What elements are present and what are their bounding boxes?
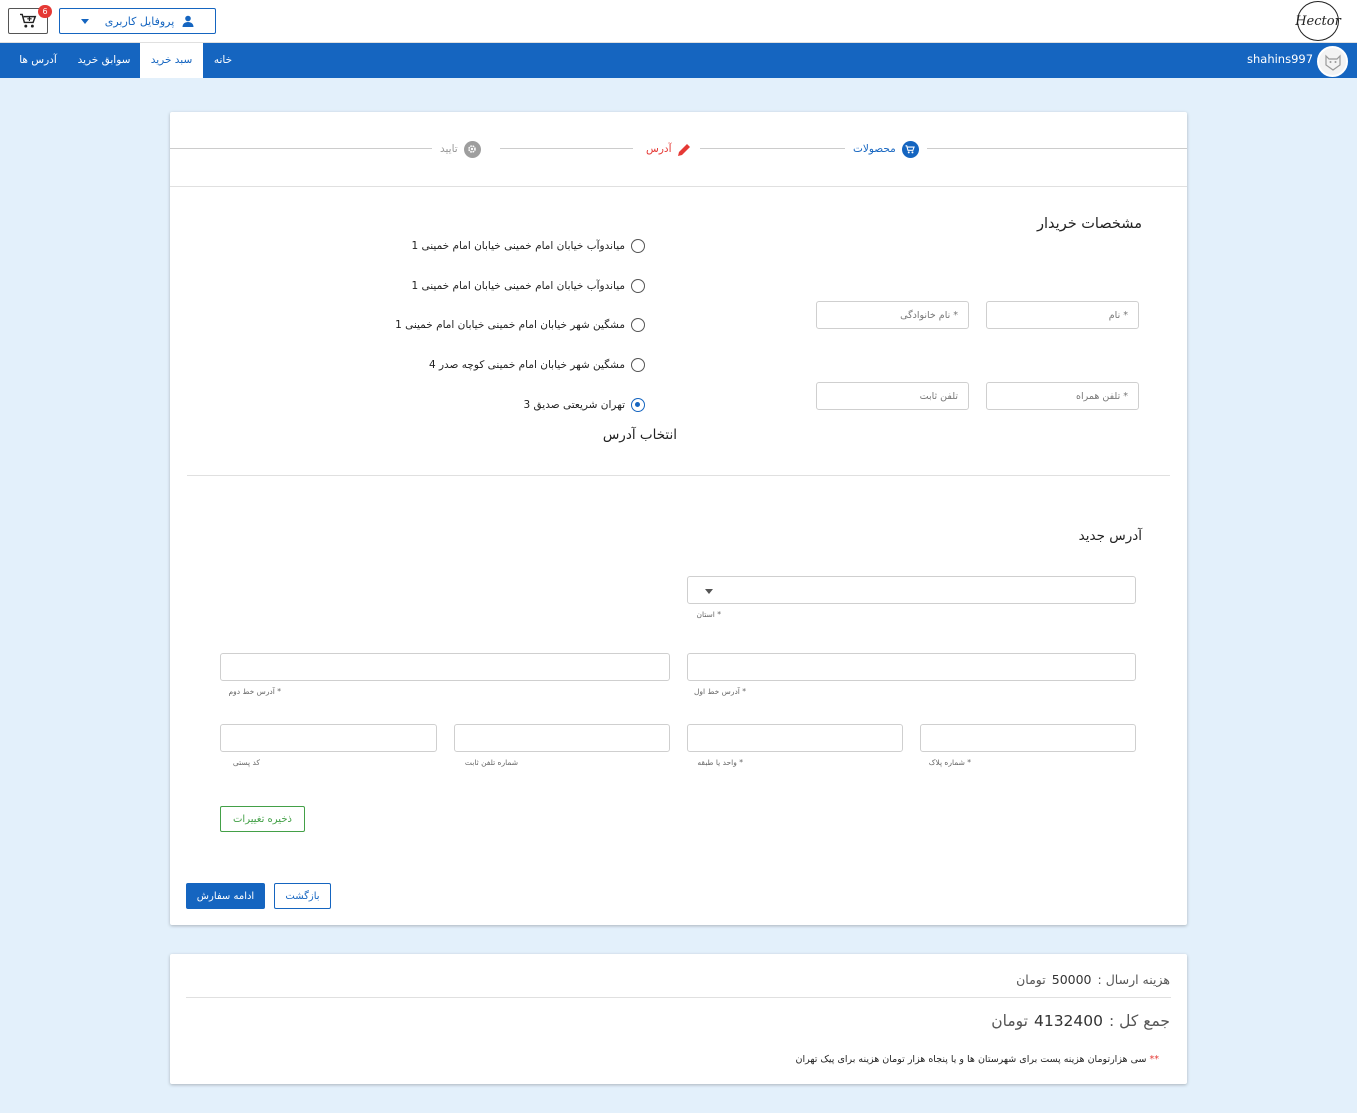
stepper-line bbox=[170, 148, 432, 149]
cart-count-badge: 6 bbox=[38, 5, 52, 18]
total-label: جمع کل : bbox=[1109, 1012, 1170, 1030]
phone-placeholder: تلفن ثابت bbox=[919, 391, 958, 402]
stepper-line bbox=[927, 148, 1187, 149]
note-text: سی هزارتومان هزینه پست برای شهرستان ها و… bbox=[795, 1054, 1147, 1065]
mobile-placeholder: * تلفن همراه bbox=[1076, 391, 1128, 402]
caret-down-icon bbox=[80, 18, 89, 24]
stepper-line bbox=[700, 148, 845, 149]
buyer-section-title: مشخصات خریدار bbox=[1037, 216, 1142, 232]
summary-divider bbox=[186, 997, 1171, 998]
radio-button-checked[interactable] bbox=[631, 398, 645, 412]
plate-number-field[interactable] bbox=[920, 724, 1136, 752]
caret-down-icon bbox=[705, 589, 713, 594]
last-name-field[interactable]: * نام خانوادگی bbox=[816, 301, 969, 329]
first-name-placeholder: * نام bbox=[1108, 310, 1128, 321]
first-name-field[interactable]: * نام bbox=[986, 301, 1139, 329]
step-address[interactable]: آدرس bbox=[646, 140, 692, 158]
address-option-selected[interactable]: تهران شریعتی صدیق 3 bbox=[523, 398, 645, 412]
unit-floor-label: * واحد یا طبقه bbox=[697, 758, 743, 767]
address-option[interactable]: مشگین شهر خیابان امام خمینی کوچه صدر 4 bbox=[429, 358, 645, 372]
postal-code-field[interactable] bbox=[220, 724, 437, 752]
site-logo[interactable]: Hector bbox=[1295, 1, 1341, 41]
profile-menu-button[interactable]: پروفایل کاربری bbox=[59, 8, 216, 34]
province-label: * استان bbox=[696, 610, 721, 619]
cart-icon bbox=[19, 13, 37, 29]
user-icon bbox=[182, 15, 194, 27]
total-currency: تومان bbox=[991, 1012, 1028, 1030]
address-line1-field[interactable] bbox=[687, 653, 1136, 681]
address-option-label: میاندوآب خیابان امام خمینی خیابان امام خ… bbox=[411, 240, 625, 252]
shipping-label: هزینه ارسال : bbox=[1097, 972, 1170, 987]
address-option-label: میاندوآب خیابان امام خمینی خیابان امام خ… bbox=[411, 280, 625, 292]
cart-step-icon bbox=[901, 140, 919, 158]
last-name-placeholder: * نام خانوادگی bbox=[900, 310, 958, 321]
plate-number-label: * شماره پلاک bbox=[928, 758, 971, 767]
step-label: محصولات bbox=[853, 143, 896, 155]
main-nav: آدرس ها سوابق خرید سبد خرید خانه shahins… bbox=[0, 43, 1357, 78]
mobile-field[interactable]: * تلفن همراه bbox=[986, 382, 1139, 410]
total-row: جمع کل : 4132400 تومان bbox=[991, 1012, 1170, 1030]
shipping-note: ** سی هزارتومان هزینه پست برای شهرستان ه… bbox=[796, 1054, 1159, 1065]
address-line2-field[interactable] bbox=[220, 653, 670, 681]
radio-button[interactable] bbox=[631, 239, 645, 253]
radio-button[interactable] bbox=[631, 358, 645, 372]
nav-username[interactable]: shahins997 bbox=[1247, 43, 1313, 78]
cart-button[interactable]: 6 bbox=[8, 5, 52, 34]
address-option[interactable]: میاندوآب خیابان امام خمینی خیابان امام خ… bbox=[411, 279, 645, 293]
address-option-label: تهران شریعتی صدیق 3 bbox=[523, 399, 626, 411]
unit-floor-field[interactable] bbox=[687, 724, 903, 752]
continue-order-button[interactable]: ادامه سفارش bbox=[186, 883, 265, 909]
nav-item-home[interactable]: خانه bbox=[207, 43, 239, 78]
postal-code-label: کد پستی bbox=[232, 758, 260, 767]
stepper-divider bbox=[170, 186, 1187, 187]
phone-field[interactable]: تلفن ثابت bbox=[816, 382, 969, 410]
profile-label: پروفایل کاربری bbox=[104, 14, 175, 28]
address-select-title: انتخاب آدرس bbox=[602, 427, 677, 443]
province-select[interactable] bbox=[687, 576, 1136, 604]
address-option-label: مشگین شهر خیابان امام خمینی کوچه صدر 4 bbox=[428, 359, 625, 371]
address-option-label: مشگین شهر خیابان امام خمینی خیابان امام … bbox=[395, 319, 625, 331]
step-confirm[interactable]: تایید bbox=[440, 140, 481, 158]
address-option[interactable]: میاندوآب خیابان امام خمینی خیابان امام خ… bbox=[411, 239, 645, 253]
shipping-currency: تومان bbox=[1016, 972, 1046, 987]
order-summary-card: هزینه ارسال : 50000 تومان جمع کل : 41324… bbox=[170, 954, 1187, 1084]
back-button[interactable]: بازگشت bbox=[274, 883, 331, 909]
address-option[interactable]: مشگین شهر خیابان امام خمینی خیابان امام … bbox=[395, 318, 645, 332]
note-stars: ** bbox=[1149, 1054, 1160, 1065]
address-line1-label: * آدرس خط اول bbox=[693, 687, 746, 696]
top-bar: 6 پروفایل کاربری Hector bbox=[0, 0, 1357, 43]
avatar[interactable] bbox=[1317, 46, 1348, 77]
stepper-line bbox=[500, 148, 633, 149]
total-value: 4132400 bbox=[1033, 1012, 1103, 1030]
nav-item-cart[interactable]: سبد خرید bbox=[140, 43, 203, 78]
shipping-value: 50000 bbox=[1051, 972, 1092, 987]
radio-button[interactable] bbox=[631, 279, 645, 293]
save-changes-button[interactable]: ذخیره تغییرات bbox=[220, 806, 305, 832]
pencil-icon bbox=[677, 142, 692, 157]
step-label: آدرس bbox=[646, 143, 672, 155]
landline-field[interactable] bbox=[454, 724, 670, 752]
nav-item-addresses[interactable]: آدرس ها bbox=[12, 43, 64, 78]
nav-item-purchase-history[interactable]: سوابق خرید bbox=[72, 43, 136, 78]
gear-icon bbox=[463, 140, 481, 158]
checkout-card: محصولات آدرس تایید مشخصات خریدار * نام *… bbox=[170, 112, 1187, 925]
landline-label: شماره تلفن ثابت bbox=[464, 758, 518, 767]
address-line2-label: * آدرس خط دوم bbox=[228, 687, 281, 696]
step-label: تایید bbox=[440, 143, 458, 155]
new-address-title: آدرس جدید bbox=[1078, 528, 1142, 544]
section-divider bbox=[187, 475, 1170, 476]
shipping-cost-row: هزینه ارسال : 50000 تومان bbox=[1016, 972, 1170, 987]
step-products[interactable]: محصولات bbox=[853, 140, 919, 158]
radio-button[interactable] bbox=[631, 318, 645, 332]
logo-text: Hector bbox=[1295, 13, 1341, 29]
